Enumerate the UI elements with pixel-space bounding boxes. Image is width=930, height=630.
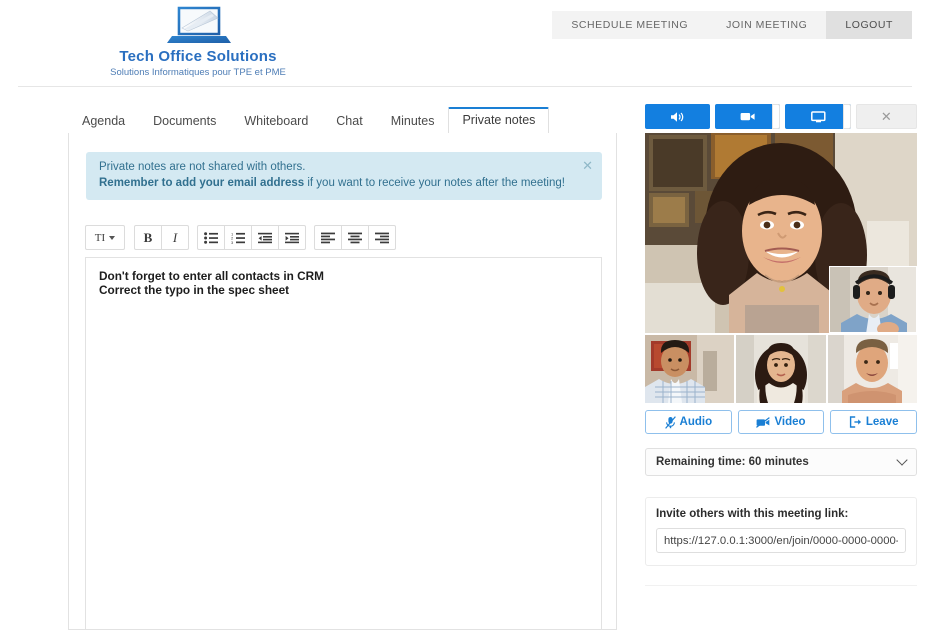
invite-title: Invite others with this meeting link: <box>656 508 849 520</box>
unordered-list-button[interactable] <box>197 225 225 250</box>
toolbar-group-font: TI <box>85 225 125 250</box>
monitor-icon <box>810 110 826 122</box>
tab-whiteboard[interactable]: Whiteboard <box>230 109 322 135</box>
align-right-icon <box>375 232 389 243</box>
outdent-icon <box>258 232 272 243</box>
align-left-icon <box>321 232 335 243</box>
note-line: Don't forget to enter all contacts in CR… <box>99 269 324 283</box>
remaining-time-bar[interactable]: Remaining time: 60 minutes <box>645 448 917 476</box>
alert-close-icon[interactable]: ✕ <box>582 159 593 172</box>
thumbnail-tile[interactable] <box>645 335 734 403</box>
camera-dropdown-tail[interactable] <box>772 104 781 129</box>
remaining-time-label: Remaining time: 60 minutes <box>656 456 809 468</box>
chevron-down-icon[interactable] <box>896 454 908 466</box>
ordered-list-button[interactable]: 1 2 3 <box>224 225 252 250</box>
camera-button[interactable] <box>715 104 781 129</box>
tab-bar: Agenda Documents Whiteboard Chat Minutes… <box>68 107 550 135</box>
font-format-dropdown[interactable]: TI <box>85 225 125 250</box>
thumbnail-tile[interactable] <box>736 335 826 403</box>
alert-line-two: Remember to add your email address if yo… <box>99 175 589 192</box>
audio-toggle-button[interactable]: Audio <box>645 410 732 434</box>
video-off-icon <box>756 416 771 428</box>
tab-minutes[interactable]: Minutes <box>377 109 449 135</box>
page-header: Tech Office Solutions Solutions Informat… <box>0 0 930 87</box>
editor-toolbar: TI B I 1 2 3 <box>85 225 404 250</box>
list-bullet-icon <box>204 231 218 244</box>
list-numbered-icon: 1 2 3 <box>231 232 245 244</box>
invite-panel: Invite others with this meeting link: <box>645 497 917 566</box>
align-left-button[interactable] <box>314 225 342 250</box>
main-video-tile[interactable] <box>645 133 917 333</box>
tab-documents[interactable]: Documents <box>139 109 230 135</box>
video-grid <box>645 133 917 403</box>
pip-video-tile[interactable] <box>829 266 917 333</box>
top-navigation: SCHEDULE MEETING JOIN MEETING LOGOUT <box>552 11 912 39</box>
svg-text:3: 3 <box>231 239 234 243</box>
italic-button[interactable]: I <box>161 225 189 250</box>
camera-icon <box>740 113 755 121</box>
laptop-logo-icon <box>167 6 231 43</box>
thumbnail-tile[interactable] <box>828 335 917 403</box>
brand-logo-block: Tech Office Solutions Solutions Informat… <box>68 4 328 78</box>
nav-schedule-meeting[interactable]: SCHEDULE MEETING <box>552 11 707 39</box>
alert-line-two-rest: if you want to receive your notes after … <box>304 177 565 189</box>
chevron-down-icon <box>109 235 116 240</box>
outdent-button[interactable] <box>251 225 279 250</box>
align-right-button[interactable] <box>368 225 396 250</box>
tab-private-notes[interactable]: Private notes <box>448 107 550 135</box>
private-notes-alert: Private notes are not shared with others… <box>86 152 602 200</box>
screen-share-dropdown-tail[interactable] <box>842 104 851 129</box>
man-striped-shirt-thumbnail <box>645 335 734 403</box>
indent-icon <box>285 232 299 243</box>
man-headphones-pip-video <box>830 267 916 332</box>
woman-long-hair-thumbnail <box>736 335 826 403</box>
toolbar-group-align <box>314 225 396 250</box>
microphone-muted-icon <box>664 415 676 429</box>
meeting-sidebar: ✕ Audio Video Leave Remaining time: 60 m… <box>645 104 918 586</box>
meeting-link-input[interactable] <box>656 528 906 553</box>
note-line: Correct the typo in the spec sheet <box>99 283 290 297</box>
audio-button-label: Audio <box>679 416 713 428</box>
toolbar-group-style: B I <box>134 225 189 250</box>
private-notes-panel: Private notes are not shared with others… <box>68 133 617 630</box>
video-button-label: Video <box>774 416 806 428</box>
close-video-button[interactable]: ✕ <box>855 104 917 129</box>
sign-out-icon <box>849 416 861 428</box>
nav-join-meeting[interactable]: JOIN MEETING <box>707 11 826 39</box>
speaker-button[interactable] <box>645 104 711 129</box>
screen-share-button[interactable] <box>785 104 851 129</box>
meeting-page: Tech Office Solutions Solutions Informat… <box>0 0 930 630</box>
nav-logout[interactable]: LOGOUT <box>826 11 912 39</box>
man-white-room-thumbnail <box>828 335 917 403</box>
toolbar-group-lists: 1 2 3 <box>197 225 306 250</box>
tab-agenda[interactable]: Agenda <box>68 109 139 135</box>
leave-button-label: Leave <box>865 416 899 428</box>
header-divider <box>18 86 912 87</box>
tab-chat[interactable]: Chat <box>322 109 376 135</box>
font-format-label: TI <box>94 231 106 244</box>
meeting-action-row: Audio Video Leave <box>645 410 918 434</box>
indent-button[interactable] <box>278 225 306 250</box>
bold-button[interactable]: B <box>134 225 162 250</box>
brand-name: Tech Office Solutions <box>119 48 277 65</box>
align-center-icon <box>348 232 362 243</box>
alert-line-two-bold: Remember to add your email address <box>99 177 305 189</box>
leave-meeting-button[interactable]: Leave <box>830 410 918 434</box>
brand-tagline: Solutions Informatiques pour TPE et PME <box>110 67 286 78</box>
media-controls-bar: ✕ <box>645 104 917 129</box>
thumbnail-row <box>645 335 917 403</box>
private-notes-editor[interactable]: Don't forget to enter all contacts in CR… <box>85 257 602 629</box>
sidebar-bottom-divider <box>645 585 917 586</box>
video-toggle-button[interactable]: Video <box>737 410 825 434</box>
speaker-icon <box>671 111 684 122</box>
alert-line-one: Private notes are not shared with others… <box>99 161 306 173</box>
align-center-button[interactable] <box>341 225 369 250</box>
